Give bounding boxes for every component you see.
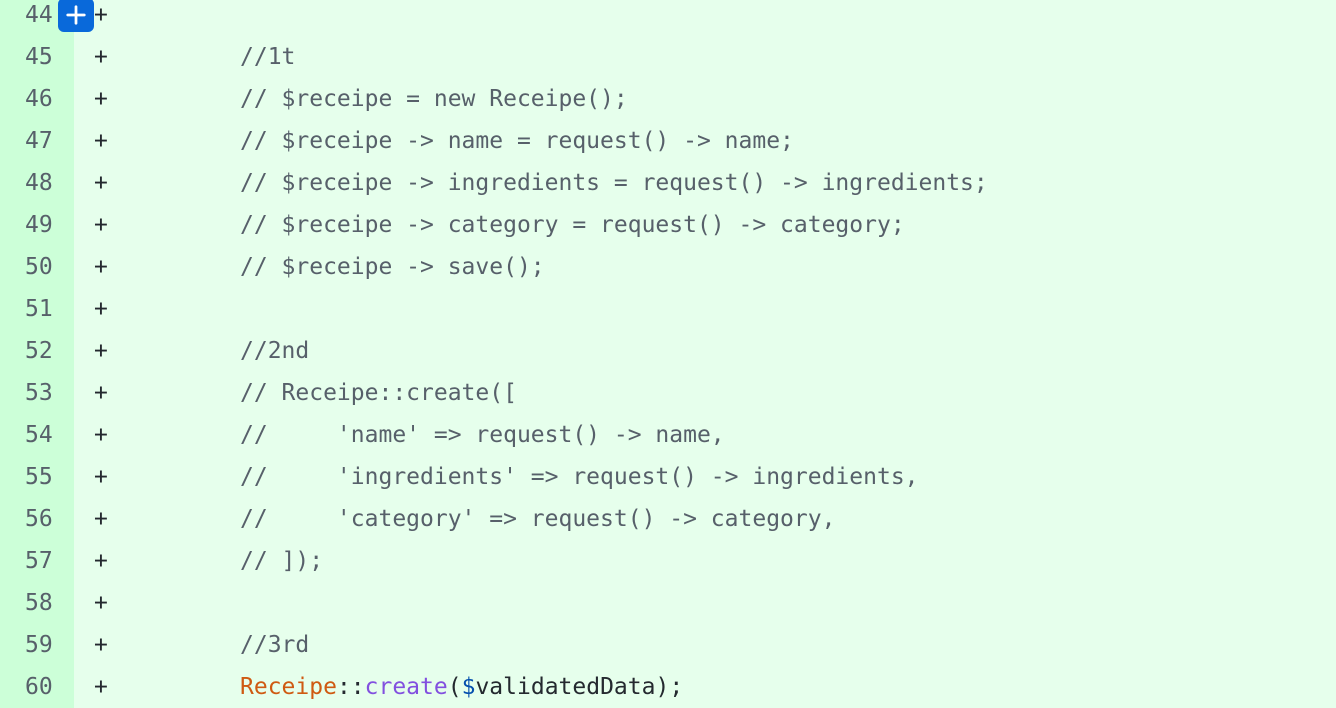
code-line: //3rd: [240, 632, 310, 658]
diff-line: 60 + Receipe::create($validatedData);: [0, 666, 1336, 708]
added-marker: +: [94, 590, 108, 616]
diff-line: 45 +//1t: [0, 36, 1336, 78]
diff-view: 44 +45 +//1t 46 +// $receipe = new Receipe()…: [0, 0, 1336, 708]
diff-line: 49 +// $receipe -> category = request() -…: [0, 0, 1336, 246]
add-comment-button[interactable]: [58, 0, 94, 32]
open-paren: (: [447, 674, 462, 700]
added-marker: +: [94, 44, 108, 70]
close-paren: );: [655, 674, 684, 700]
diff-line: 57 +// ]);: [0, 540, 1336, 582]
added-marker: +: [94, 506, 108, 532]
method-name: create: [364, 674, 448, 700]
added-marker: +: [94, 464, 108, 490]
code-line: // $receipe -> ingredients = request() -…: [240, 170, 988, 196]
code-line: // 'name' => request() -> name,: [240, 422, 725, 448]
class-name: Receipe: [240, 674, 337, 700]
diff-line: 59 +//3rd: [0, 624, 1336, 666]
added-marker: +: [94, 422, 108, 448]
diff-line: 52 +//2nd: [0, 330, 1336, 372]
code-line: // $receipe = new Receipe();: [240, 86, 628, 112]
diff-line: 46 +// $receipe = new Receipe();: [0, 78, 1336, 120]
diff-line: 54 +// 'name' => request() -> name,: [0, 414, 1336, 456]
added-marker: +: [94, 170, 108, 196]
scope-operator: ::: [336, 674, 365, 700]
added-marker: +: [94, 380, 108, 406]
code-line: // 'category' => request() -> category,: [240, 506, 836, 532]
diff-line: 56 +// 'category' => request() -> categor…: [0, 498, 1336, 540]
code-line: // Receipe::create([: [240, 380, 517, 406]
code-line: // ]);: [240, 548, 324, 574]
variable-sigil: $: [461, 674, 476, 700]
diff-line: 53 +// Receipe::create([: [0, 372, 1336, 414]
code-line: // $receipe -> save();: [240, 254, 545, 280]
diff-line: 55 +// 'ingredients' => request() -> ingr…: [0, 456, 1336, 498]
code-line: // 'ingredients' => request() -> ingredi…: [240, 464, 919, 490]
plus-icon: [66, 5, 86, 25]
diff-line: 51 +: [0, 288, 1336, 330]
code-line: Receipe::create($validatedData);: [120, 666, 1336, 708]
code-line: //1t: [240, 44, 296, 70]
added-marker: +: [94, 128, 108, 154]
added-marker: +: [94, 632, 108, 658]
added-marker: +: [94, 296, 108, 322]
diff-line: 58 +: [0, 582, 1336, 624]
added-marker: +: [94, 548, 108, 574]
code-line: //2nd: [240, 338, 310, 364]
diff-line: 48 +// $receipe -> ingredients = request(…: [0, 162, 1336, 204]
added-marker: +: [94, 674, 108, 700]
code-line: // $receipe -> name = request() -> name;: [240, 128, 794, 154]
diff-line: 50 +// $receipe -> save();: [0, 246, 1336, 288]
diff-line: 47 +// $receipe -> name = request() -> na…: [0, 120, 1336, 162]
variable-name: validatedData: [475, 674, 656, 700]
added-marker: +: [94, 212, 108, 238]
code-line: // $receipe -> category = request() -> c…: [240, 212, 905, 238]
added-marker: +: [94, 254, 108, 280]
diff-line: 44 +: [0, 0, 1336, 36]
added-marker: +: [94, 338, 108, 364]
added-marker: +: [94, 86, 108, 112]
